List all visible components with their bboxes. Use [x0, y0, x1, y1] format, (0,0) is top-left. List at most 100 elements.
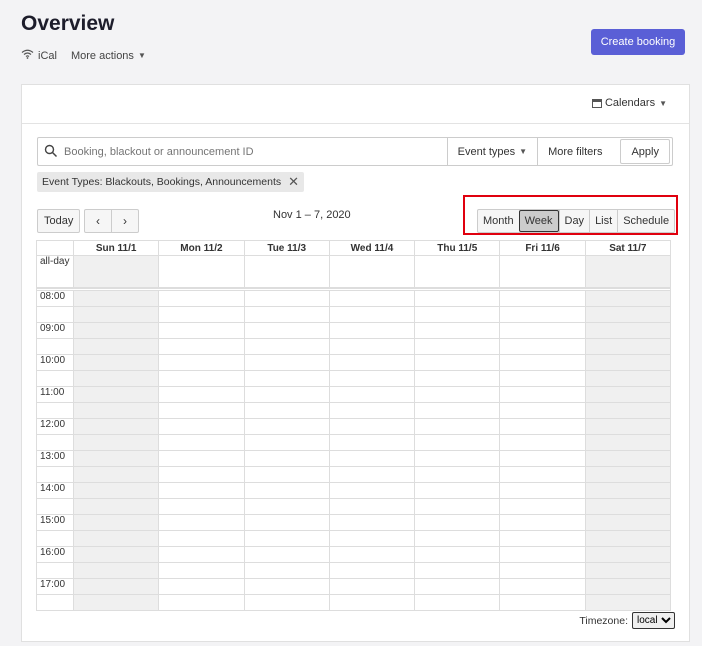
time-slot-cell[interactable]	[328, 482, 416, 499]
time-slot-cell[interactable]	[72, 322, 160, 339]
time-slot-cell[interactable]	[414, 290, 501, 307]
time-slot-cell[interactable]	[243, 594, 330, 611]
time-slot-cell[interactable]	[414, 322, 501, 339]
time-slot-cell[interactable]	[414, 434, 501, 451]
time-slot-cell[interactable]	[72, 482, 160, 499]
time-slot-cell[interactable]	[584, 418, 672, 435]
time-slot-cell[interactable]	[328, 386, 416, 403]
time-slot-cell[interactable]	[584, 306, 672, 323]
time-slot-cell[interactable]	[72, 306, 160, 323]
time-slot-cell[interactable]	[584, 290, 672, 307]
time-slot-cell[interactable]	[158, 594, 245, 611]
time-slot-cell[interactable]	[158, 290, 245, 307]
time-slot-cell[interactable]	[243, 370, 330, 387]
time-slot-cell[interactable]	[414, 402, 501, 419]
time-slot-cell[interactable]	[243, 514, 330, 531]
time-slot-cell[interactable]	[499, 354, 586, 371]
time-slot-cell[interactable]	[499, 418, 586, 435]
time-slot-cell[interactable]	[158, 546, 245, 563]
time-slot-cell[interactable]	[243, 386, 330, 403]
time-slot-cell[interactable]	[328, 562, 416, 579]
time-slot-cell[interactable]	[72, 578, 160, 595]
timezone-select[interactable]: local	[632, 612, 675, 629]
time-slot-cell[interactable]	[158, 450, 245, 467]
time-slot-cell[interactable]	[414, 370, 501, 387]
next-button[interactable]: ›	[111, 210, 138, 232]
today-button[interactable]: Today	[37, 209, 81, 233]
allday-cell[interactable]	[243, 255, 330, 289]
event-types-dropdown[interactable]: Event types ▼	[446, 138, 537, 165]
close-icon[interactable]: ✕	[288, 174, 299, 190]
time-slot-cell[interactable]	[243, 546, 330, 563]
time-slot-cell[interactable]	[72, 402, 160, 419]
time-slot-cell[interactable]	[584, 338, 672, 355]
time-slot-cell[interactable]	[243, 354, 330, 371]
time-slot-cell[interactable]	[584, 594, 672, 611]
time-slot-cell[interactable]	[158, 338, 245, 355]
time-slot-cell[interactable]	[414, 338, 501, 355]
time-slot-cell[interactable]	[328, 434, 416, 451]
time-slot-cell[interactable]	[499, 498, 586, 515]
time-slot-cell[interactable]	[158, 306, 245, 323]
time-slot-cell[interactable]	[414, 418, 501, 435]
time-slot-cell[interactable]	[328, 514, 416, 531]
view-month-button[interactable]: Month	[478, 210, 519, 232]
time-slot-cell[interactable]	[243, 530, 330, 547]
time-slot-cell[interactable]	[584, 466, 672, 483]
time-slot-cell[interactable]	[414, 578, 501, 595]
time-slot-cell[interactable]	[328, 530, 416, 547]
view-schedule-button[interactable]: Schedule	[617, 210, 674, 232]
allday-cell[interactable]	[584, 255, 672, 289]
time-slot-cell[interactable]	[584, 370, 672, 387]
time-slot-cell[interactable]	[584, 578, 672, 595]
time-slot-cell[interactable]	[158, 434, 245, 451]
time-slot-cell[interactable]	[584, 402, 672, 419]
time-slot-cell[interactable]	[72, 546, 160, 563]
allday-cell[interactable]	[499, 255, 586, 289]
time-slot-cell[interactable]	[414, 386, 501, 403]
time-slot-cell[interactable]	[243, 450, 330, 467]
time-slot-cell[interactable]	[72, 530, 160, 547]
time-slot-cell[interactable]	[328, 466, 416, 483]
time-slot-cell[interactable]	[158, 498, 245, 515]
time-slot-cell[interactable]	[328, 354, 416, 371]
time-slot-cell[interactable]	[584, 482, 672, 499]
time-slot-cell[interactable]	[584, 450, 672, 467]
time-slot-cell[interactable]	[499, 546, 586, 563]
time-slot-cell[interactable]	[72, 290, 160, 307]
time-slot-cell[interactable]	[414, 450, 501, 467]
allday-cell[interactable]	[72, 255, 160, 289]
time-slot-cell[interactable]	[499, 466, 586, 483]
prev-button[interactable]: ‹	[85, 210, 111, 232]
time-slot-cell[interactable]	[243, 498, 330, 515]
time-slot-cell[interactable]	[499, 562, 586, 579]
time-slot-cell[interactable]	[499, 402, 586, 419]
time-slot-cell[interactable]	[158, 418, 245, 435]
time-slot-cell[interactable]	[414, 482, 501, 499]
time-slot-cell[interactable]	[414, 354, 501, 371]
time-slot-cell[interactable]	[72, 450, 160, 467]
search-input[interactable]	[60, 138, 447, 165]
time-slot-cell[interactable]	[499, 306, 586, 323]
view-week-button[interactable]: Week	[518, 210, 559, 232]
time-slot-cell[interactable]	[328, 578, 416, 595]
time-slot-cell[interactable]	[414, 306, 501, 323]
time-slot-cell[interactable]	[499, 578, 586, 595]
time-slot-cell[interactable]	[499, 290, 586, 307]
allday-cell[interactable]	[414, 255, 501, 289]
time-slot-cell[interactable]	[72, 594, 160, 611]
view-list-button[interactable]: List	[589, 210, 617, 232]
time-slot-cell[interactable]	[243, 562, 330, 579]
time-slot-cell[interactable]	[72, 386, 160, 403]
time-slot-cell[interactable]	[158, 402, 245, 419]
time-slot-cell[interactable]	[499, 338, 586, 355]
time-slot-cell[interactable]	[243, 578, 330, 595]
time-slot-cell[interactable]	[414, 530, 501, 547]
view-day-button[interactable]: Day	[558, 210, 590, 232]
time-slot-cell[interactable]	[584, 546, 672, 563]
time-slot-cell[interactable]	[584, 530, 672, 547]
time-slot-cell[interactable]	[72, 498, 160, 515]
time-slot-cell[interactable]	[414, 514, 501, 531]
time-slot-cell[interactable]	[328, 418, 416, 435]
time-slot-cell[interactable]	[328, 546, 416, 563]
